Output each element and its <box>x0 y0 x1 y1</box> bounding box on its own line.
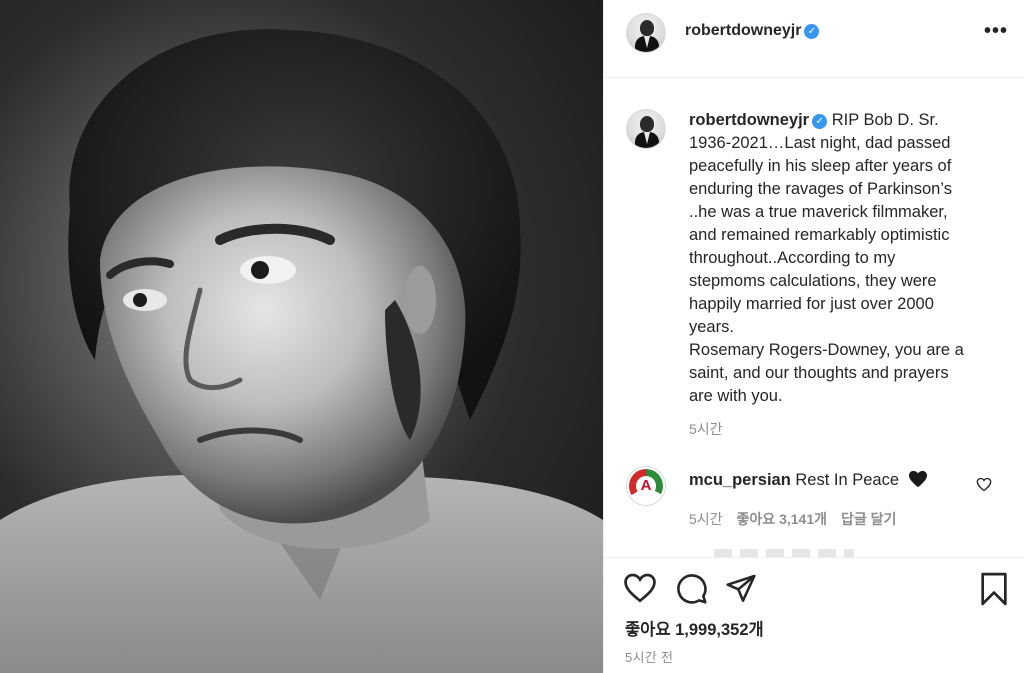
caption-line: RIP Bob D. Sr. <box>831 111 939 129</box>
comment-meta: 5시간 좋아요 3,141개 답글 달기 <box>689 509 910 529</box>
caption-line: and remained remarkably optimistic <box>689 226 950 244</box>
comment-username[interactable]: mcu_persian <box>689 471 791 489</box>
faded-next-comment <box>714 549 854 557</box>
comment-bubble-icon[interactable] <box>675 572 708 605</box>
caption-line: years. <box>689 318 734 336</box>
post-timestamp[interactable]: 5시간 전 <box>625 647 673 666</box>
avatar-icon[interactable] <box>626 109 666 149</box>
caption-line: enduring the ravages of Parkinson’s <box>689 180 952 198</box>
bookmark-icon[interactable] <box>979 572 1009 606</box>
caption-line: stepmoms calculations, they were <box>689 272 937 290</box>
black-heart-emoji-icon <box>908 470 927 488</box>
verified-badge-icon: ✓ <box>812 114 828 129</box>
more-options-icon[interactable]: ••• <box>984 20 1008 43</box>
caption-username[interactable]: robertdowneyjr <box>689 111 809 129</box>
portrait-illustration <box>0 29 603 673</box>
comments-section[interactable]: robertdowneyjr ✓ RIP Bob D. Sr. 1936-2021… <box>604 79 1024 557</box>
comment-body: Rest In Peace <box>795 471 900 489</box>
caption-line: Rosemary Rogers-Downey, you are a <box>689 341 964 359</box>
post-actions: 좋아요 1,999,352개 5시간 전 <box>604 557 1024 673</box>
caption-line: peacefully in his sleep after years of <box>689 157 952 175</box>
caption-line: happily married for just over 2000 <box>689 295 934 313</box>
avengers-logo-icon: A <box>636 476 656 496</box>
reply-button[interactable]: 답글 달기 <box>841 511 896 527</box>
verified-badge-icon: ✓ <box>804 24 820 39</box>
caption-line: ..he was a true maverick filmmaker, <box>689 203 948 221</box>
caption-line: throughout..According to my <box>689 249 896 267</box>
post-side-panel: robertdowneyjr ✓ ••• robertdowneyjr ✓ RIP … <box>603 0 1024 673</box>
heart-outline-icon[interactable] <box>976 477 992 492</box>
post-header: robertdowneyjr ✓ ••• <box>604 0 1024 78</box>
header-username-link[interactable]: robertdowneyjr ✓ <box>685 22 820 40</box>
like-heart-icon[interactable] <box>623 572 657 604</box>
comment-timestamp[interactable]: 5시간 <box>689 511 723 527</box>
paper-plane-icon[interactable] <box>725 572 757 604</box>
caption-line: 1936-2021…Last night, dad passed <box>689 134 951 152</box>
avatar-icon[interactable] <box>626 13 666 53</box>
caption-line: are with you. <box>689 387 783 405</box>
caption-timestamp[interactable]: 5시간 <box>689 419 723 439</box>
comment-text: mcu_persian Rest In Peace <box>689 470 928 490</box>
post-caption: robertdowneyjr ✓ RIP Bob D. Sr. 1936-2021… <box>689 109 989 408</box>
commenter-avatar-icon[interactable]: A <box>626 466 666 506</box>
likes-count[interactable]: 좋아요 1,999,352개 <box>625 616 764 640</box>
username[interactable]: robertdowneyjr <box>685 22 801 39</box>
comment-likes[interactable]: 좋아요 3,141개 <box>737 511 827 527</box>
caption-line: saint, and our thoughts and prayers <box>689 364 949 382</box>
post-photo[interactable] <box>0 0 603 673</box>
